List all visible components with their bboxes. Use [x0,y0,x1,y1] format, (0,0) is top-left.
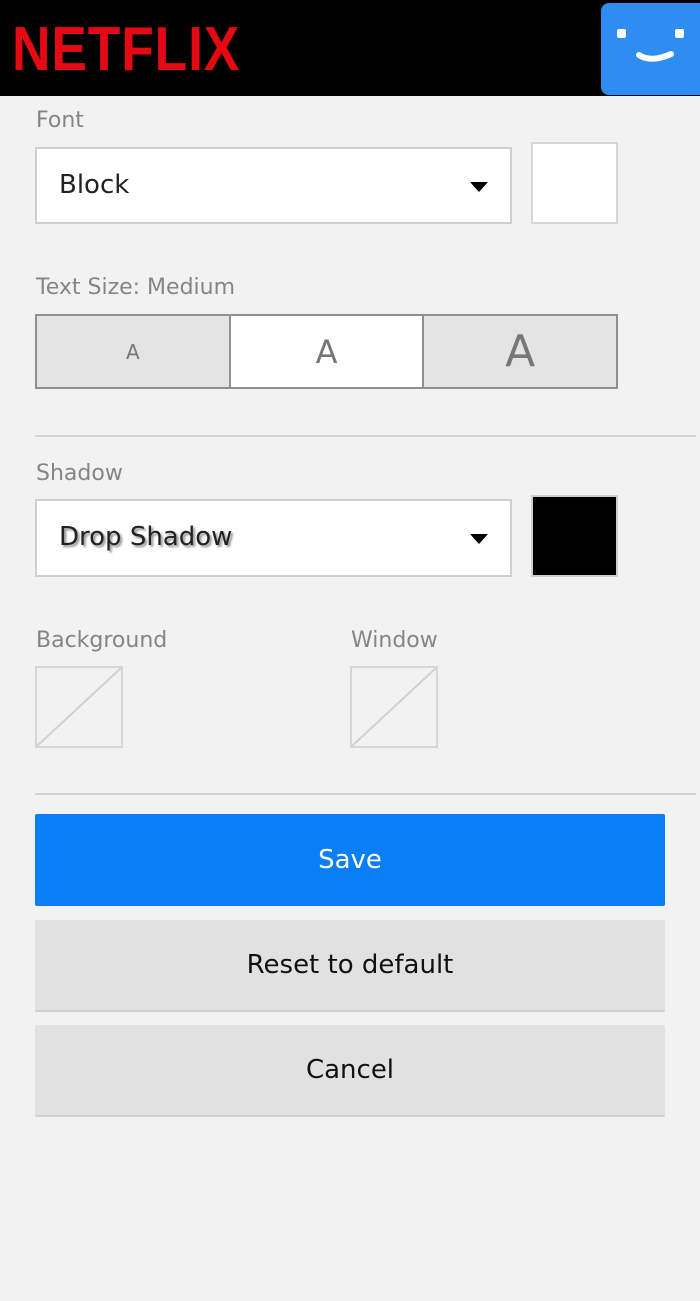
reset-to-default-button[interactable]: Reset to default [35,920,665,1012]
shadow-label: Shadow [36,461,123,486]
shadow-color-swatch[interactable] [531,495,618,577]
subtitle-appearance-screen: NETFLIX Font Block Text Size: Medium A A… [0,0,700,1301]
text-size-large-option[interactable]: A [422,316,617,387]
text-size-small-option[interactable]: A [37,316,229,387]
netflix-logo: NETFLIX [12,15,241,84]
font-label: Font [36,108,84,133]
none-slash-icon [352,668,436,746]
save-button[interactable]: Save [35,814,665,906]
profile-avatar[interactable] [601,3,700,95]
window-label: Window [351,628,438,653]
text-size-selector: A A A [35,314,618,389]
chevron-down-icon [470,534,488,544]
shadow-select-value: Drop Shadow [59,522,233,552]
none-slash-icon [37,668,121,746]
top-bar: NETFLIX [0,0,700,96]
text-size-label: Text Size: Medium [36,275,236,300]
cancel-button[interactable]: Cancel [35,1025,665,1117]
font-select[interactable]: Block [35,147,512,224]
section-divider [35,793,696,795]
chevron-down-icon [470,182,488,192]
section-divider [35,435,696,437]
window-color-swatch[interactable] [350,666,438,748]
background-label: Background [36,628,168,653]
font-select-value: Block [59,170,130,200]
font-color-swatch[interactable] [531,142,618,224]
text-size-medium-option[interactable]: A [228,316,423,387]
shadow-select[interactable]: Drop Shadow [35,499,512,577]
smiley-profile-icon [617,29,684,62]
background-color-swatch[interactable] [35,666,123,748]
